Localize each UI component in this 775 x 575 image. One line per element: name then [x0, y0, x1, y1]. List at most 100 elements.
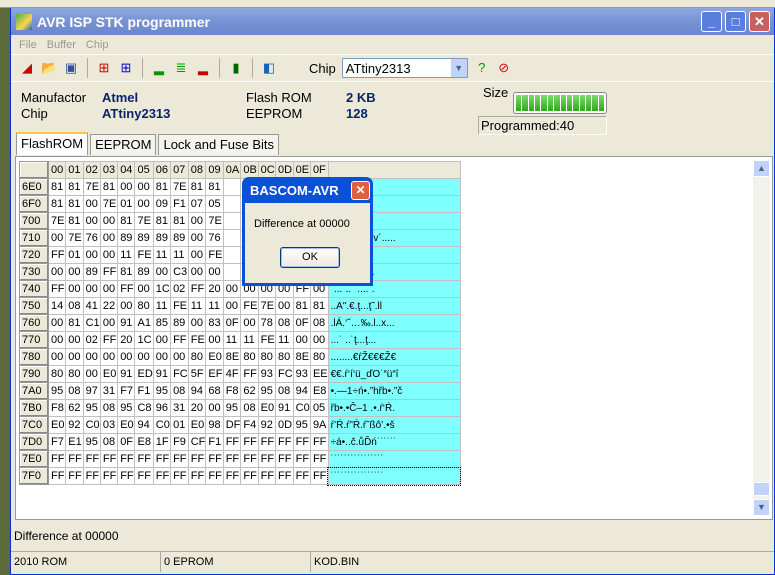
- hex-cell[interactable]: FF: [222, 433, 242, 451]
- hex-cell[interactable]: 00: [274, 297, 294, 315]
- hex-cell[interactable]: 94: [187, 382, 207, 400]
- hex-cell[interactable]: 00: [65, 331, 84, 349]
- hex-cell[interactable]: 00: [82, 280, 101, 298]
- hex-cell[interactable]: 00: [82, 348, 101, 366]
- hex-cell[interactable]: 00: [47, 229, 67, 247]
- hex-cell[interactable]: 20: [205, 280, 224, 298]
- hex-cell[interactable]: 81: [152, 178, 172, 196]
- hex-cell[interactable]: 0F: [292, 314, 311, 332]
- hex-cell[interactable]: 95: [257, 382, 276, 400]
- hex-cell[interactable]: E1: [65, 433, 84, 451]
- hex-cell[interactable]: F1: [170, 195, 189, 213]
- hex-cell[interactable]: 00: [152, 348, 172, 366]
- hex-cell[interactable]: FF: [47, 450, 67, 468]
- hex-cell[interactable]: 11: [117, 246, 136, 264]
- hex-cell[interactable]: F9: [170, 433, 189, 451]
- hex-cell[interactable]: 81: [117, 263, 136, 281]
- hex-cell[interactable]: 92: [65, 416, 84, 434]
- hex-cell[interactable]: C0: [152, 416, 172, 434]
- hex-cell[interactable]: 00: [170, 348, 189, 366]
- hex-cell[interactable]: 95: [222, 399, 242, 417]
- hex-cell[interactable]: 00: [47, 314, 67, 332]
- open-folder-icon[interactable]: 📂: [41, 60, 57, 76]
- hex-cell[interactable]: 92: [257, 416, 276, 434]
- hex-cell[interactable]: FF: [152, 450, 172, 468]
- chip-blank-check-icon[interactable]: ▂: [151, 60, 167, 76]
- hex-cell[interactable]: E0: [257, 399, 276, 417]
- hex-cell[interactable]: 1C: [134, 331, 154, 349]
- dialog-close-icon[interactable]: ✕: [351, 180, 370, 200]
- hex-cell[interactable]: FF: [274, 433, 294, 451]
- hex-cell[interactable]: F7: [47, 433, 67, 451]
- hex-cell[interactable]: 00: [65, 348, 84, 366]
- hex-cell[interactable]: 11: [152, 246, 172, 264]
- ascii-cell[interactable]: ...˙ ..˙ţ...ţ...: [327, 331, 461, 349]
- hex-cell[interactable]: 78: [257, 314, 276, 332]
- hex-cell[interactable]: FF: [65, 450, 84, 468]
- hex-cell[interactable]: FF: [170, 467, 189, 485]
- hex-cell[interactable]: FF: [170, 331, 189, 349]
- hex-cell[interactable]: F1: [205, 433, 224, 451]
- hex-cell[interactable]: 00: [117, 178, 136, 196]
- hex-cell[interactable]: 83: [205, 314, 224, 332]
- hex-cell[interactable]: 91: [274, 399, 294, 417]
- hex-cell[interactable]: 9A: [309, 416, 329, 434]
- hex-cell[interactable]: 00: [309, 331, 329, 349]
- hex-cell[interactable]: C0: [82, 416, 101, 434]
- hex-cell[interactable]: C8: [134, 399, 154, 417]
- hex-cell[interactable]: E8: [134, 433, 154, 451]
- hex-cell[interactable]: 91: [117, 365, 136, 383]
- hex-cell[interactable]: FF: [170, 450, 189, 468]
- hex-cell[interactable]: CF: [187, 433, 207, 451]
- ascii-cell[interactable]: ˙˙˙˙˙˙˙˙˙˙˙˙˙˙˙˙: [327, 466, 462, 486]
- hex-cell[interactable]: 4F: [222, 365, 242, 383]
- hex-cell[interactable]: FF: [47, 467, 67, 485]
- hex-cell[interactable]: 80: [47, 365, 67, 383]
- program-chip-icon[interactable]: ▮: [228, 60, 244, 76]
- hex-cell[interactable]: 62: [240, 382, 259, 400]
- hex-cell[interactable]: 8E: [292, 348, 311, 366]
- hex-cell[interactable]: [222, 246, 242, 264]
- hex-cell[interactable]: DF: [222, 416, 242, 434]
- hex-cell[interactable]: 00: [99, 212, 119, 230]
- hex-cell[interactable]: 80: [274, 348, 294, 366]
- hex-cell[interactable]: 00: [187, 263, 207, 281]
- hex-cell[interactable]: 81: [292, 297, 311, 315]
- hex-cell[interactable]: 80: [240, 348, 259, 366]
- hex-cell[interactable]: 00: [222, 280, 242, 298]
- hex-cell[interactable]: 91: [117, 314, 136, 332]
- hex-cell[interactable]: 08: [99, 433, 119, 451]
- hex-cell[interactable]: 1C: [152, 280, 172, 298]
- hex-cell[interactable]: 00: [99, 280, 119, 298]
- hex-cell[interactable]: C0: [292, 399, 311, 417]
- hex-cell[interactable]: 00: [82, 365, 101, 383]
- ascii-cell[interactable]: .lÁ.‘ˇ…‰.l..x...: [327, 314, 461, 332]
- ok-button[interactable]: OK: [280, 247, 340, 268]
- hex-cell[interactable]: 89: [152, 229, 172, 247]
- hex-cell[interactable]: 11: [152, 297, 172, 315]
- hex-cell[interactable]: 81: [47, 195, 67, 213]
- hex-cell[interactable]: FF: [257, 450, 276, 468]
- hex-cell[interactable]: FF: [152, 467, 172, 485]
- ascii-cell[interactable]: řb•.•Č–1 .•.ŕ‘Ŕ.: [327, 399, 461, 417]
- hex-cell[interactable]: FE: [134, 246, 154, 264]
- hex-cell[interactable]: 00: [65, 280, 84, 298]
- hex-cell[interactable]: 11: [170, 246, 189, 264]
- hex-cell[interactable]: 1F: [152, 433, 172, 451]
- hex-cell[interactable]: 81: [65, 314, 84, 332]
- hex-cell[interactable]: FF: [117, 450, 136, 468]
- hex-cell[interactable]: 7E: [47, 212, 67, 230]
- hex-cell[interactable]: FF: [134, 450, 154, 468]
- write-chip-icon[interactable]: ⊞: [118, 60, 134, 76]
- hex-cell[interactable]: 00: [82, 246, 101, 264]
- hex-cell[interactable]: FF: [82, 467, 101, 485]
- hex-cell[interactable]: FF: [99, 467, 119, 485]
- hex-cell[interactable]: E0: [187, 416, 207, 434]
- hex-cell[interactable]: 80: [187, 348, 207, 366]
- hex-cell[interactable]: 11: [205, 297, 224, 315]
- close-button[interactable]: ✕: [749, 11, 770, 32]
- hex-cell[interactable]: 00: [187, 229, 207, 247]
- hex-cell[interactable]: 00: [134, 195, 154, 213]
- hex-cell[interactable]: FF: [117, 467, 136, 485]
- hex-cell[interactable]: 00: [99, 246, 119, 264]
